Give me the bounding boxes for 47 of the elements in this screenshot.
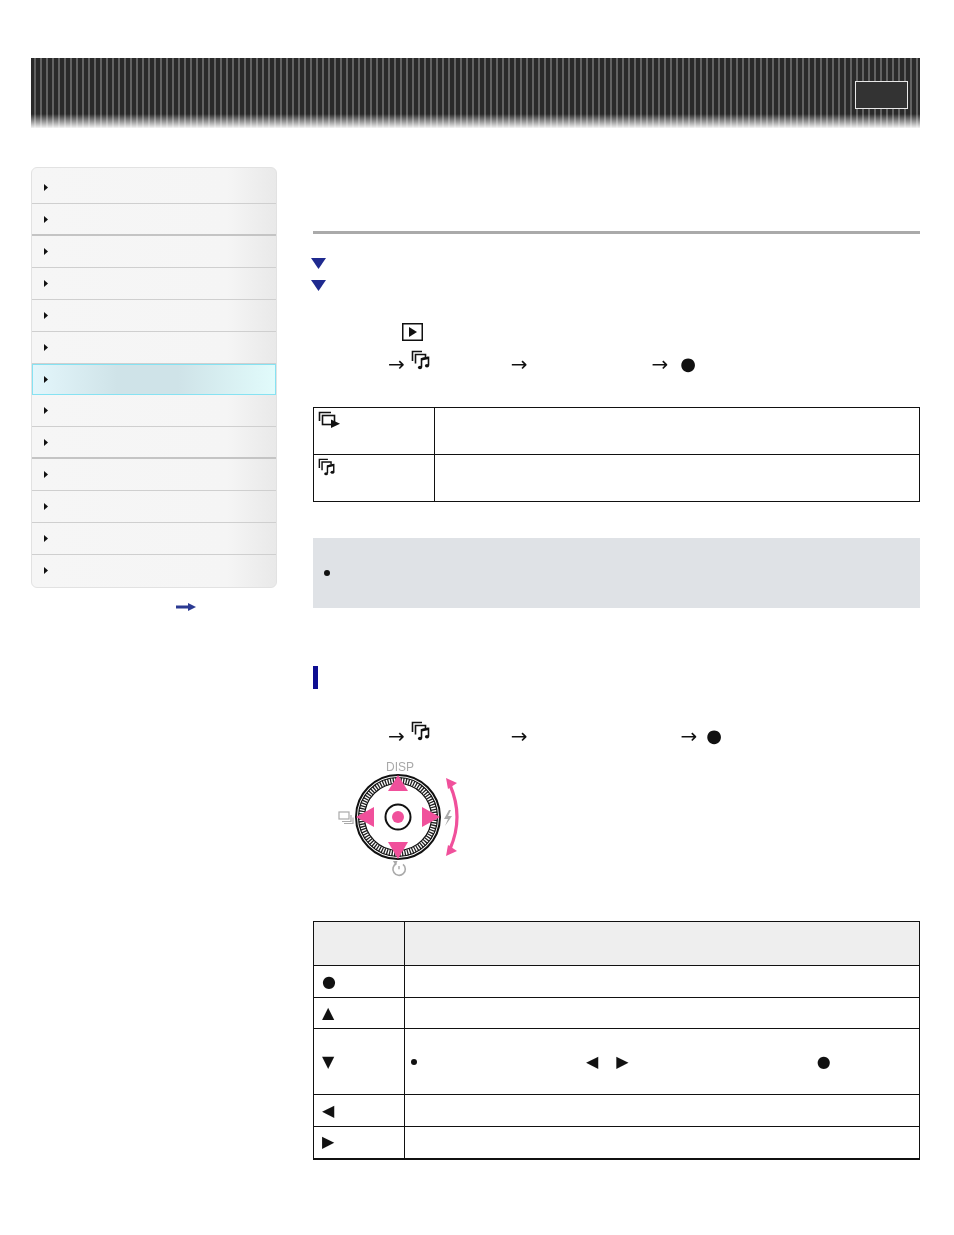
key-symbol: ● bbox=[816, 1053, 831, 1070]
menu-arrow: → bbox=[510, 356, 528, 372]
music-slideshow-icon bbox=[410, 721, 431, 741]
key-symbol: ▼ bbox=[322, 1051, 335, 1071]
wheel-label: DISP bbox=[386, 760, 414, 774]
key-symbol: ● bbox=[322, 971, 336, 991]
right-arrow-icon[interactable] bbox=[176, 603, 196, 611]
menu-arrow: → bbox=[680, 728, 698, 744]
key-symbol: ◀ bbox=[322, 1100, 335, 1120]
center-button-symbol: ● bbox=[680, 356, 696, 372]
down-triangle-icon[interactable] bbox=[311, 258, 326, 269]
center-button-symbol: ● bbox=[706, 728, 722, 744]
triangle-icon bbox=[44, 248, 48, 255]
key-symbol: ▶ bbox=[616, 1053, 629, 1070]
music-slideshow-icon bbox=[410, 350, 431, 370]
triangle-icon bbox=[44, 471, 48, 478]
heading-marker bbox=[313, 666, 318, 689]
burst-icon bbox=[338, 811, 354, 825]
triangle-icon bbox=[44, 312, 48, 319]
triangle-icon bbox=[44, 184, 48, 191]
triangle-icon bbox=[44, 215, 48, 223]
menu-arrow: → bbox=[388, 356, 405, 372]
triangle-icon bbox=[44, 280, 48, 287]
triangle-icon bbox=[44, 376, 48, 383]
triangle-icon bbox=[44, 567, 48, 574]
slideshow-icon bbox=[318, 411, 341, 428]
bullet-icon bbox=[324, 570, 330, 576]
flash-icon bbox=[444, 810, 452, 826]
triangle-icon bbox=[44, 535, 48, 542]
menu-arrow: → bbox=[510, 728, 528, 744]
key-symbol: ◀ bbox=[586, 1053, 599, 1070]
key-symbol: ▲ bbox=[322, 1003, 335, 1022]
menu-arrow: → bbox=[388, 728, 405, 744]
menu-arrow: → bbox=[651, 356, 669, 372]
triangle-icon bbox=[44, 344, 48, 351]
play-icon bbox=[402, 323, 423, 341]
down-triangle-icon[interactable] bbox=[311, 280, 326, 291]
header-button[interactable] bbox=[855, 81, 908, 109]
triangle-icon bbox=[44, 438, 48, 446]
bullet-icon bbox=[411, 1058, 417, 1065]
triangle-icon bbox=[44, 503, 48, 510]
music-slideshow-icon bbox=[318, 458, 336, 476]
key-symbol: ▶ bbox=[322, 1132, 335, 1152]
triangle-icon bbox=[44, 407, 48, 414]
timer-icon bbox=[392, 861, 407, 877]
rotate-arrow-icon bbox=[446, 778, 459, 856]
sidebar-item[interactable] bbox=[32, 364, 276, 395]
